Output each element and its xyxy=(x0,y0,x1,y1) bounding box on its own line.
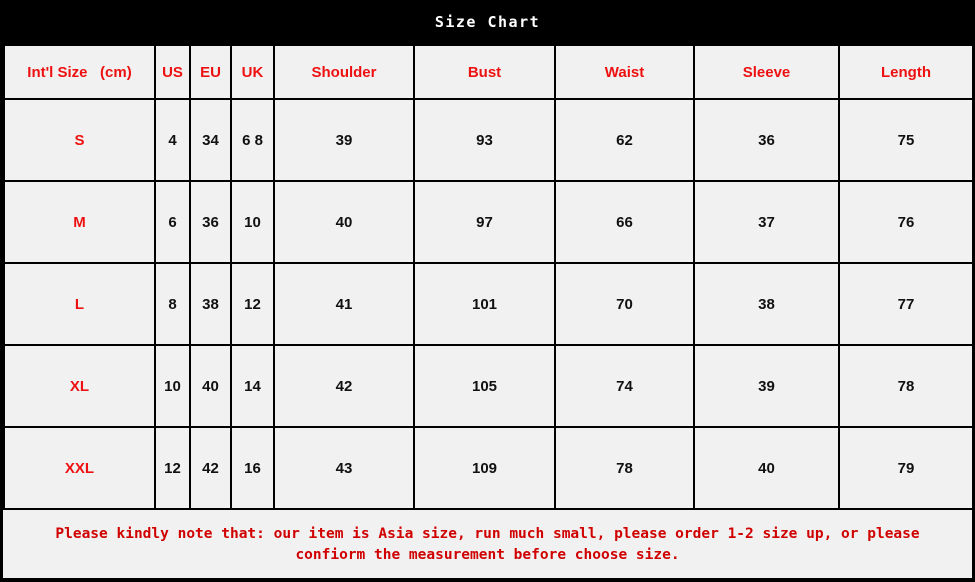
cell-sleeve: 36 xyxy=(693,98,840,182)
cell-shoulder: 40 xyxy=(273,180,415,264)
column-header-sleeve: Sleeve xyxy=(693,44,840,100)
size-table-wrapper: Int'l Size (cm) US EU UK Shoulder Bust W… xyxy=(0,44,975,510)
cell-eu: 42 xyxy=(189,426,232,510)
column-header-intl-size: Int'l Size (cm) xyxy=(3,44,156,100)
cell-us: 8 xyxy=(154,262,191,346)
footer-note: Please kindly note that: our item is Asi… xyxy=(3,510,972,579)
cell-bust: 93 xyxy=(413,98,556,182)
cell-us: 10 xyxy=(154,344,191,428)
cell-sleeve: 39 xyxy=(693,344,840,428)
cell-waist: 78 xyxy=(554,426,695,510)
cell-us: 12 xyxy=(154,426,191,510)
size-chart-image: Size Chart Int'l Size (cm) US EU UK Shou… xyxy=(0,0,975,582)
table-row: XL 10 40 14 42 105 74 39 78 xyxy=(3,344,974,428)
column-header-waist: Waist xyxy=(554,44,695,100)
page-title: Size Chart xyxy=(434,13,541,31)
cell-waist: 70 xyxy=(554,262,695,346)
column-header-uk: UK xyxy=(230,44,275,100)
cell-length: 78 xyxy=(838,344,974,428)
cell-eu: 34 xyxy=(189,98,232,182)
cell-uk: 10 xyxy=(230,180,275,264)
footer-note-line-2: confiorm the measurement before choose s… xyxy=(295,547,680,564)
column-header-eu: EU xyxy=(189,44,232,100)
table-row: S 4 34 6 8 39 93 62 36 75 xyxy=(3,98,974,182)
cell-sleeve: 37 xyxy=(693,180,840,264)
column-header-intl-size-label: Int'l Size (cm) xyxy=(27,63,132,81)
cell-waist: 74 xyxy=(554,344,695,428)
column-header-us: US xyxy=(154,44,191,100)
cell-uk: 14 xyxy=(230,344,275,428)
cell-sleeve: 40 xyxy=(693,426,840,510)
cell-eu: 36 xyxy=(189,180,232,264)
cell-us: 4 xyxy=(154,98,191,182)
table-row: L 8 38 12 41 101 70 38 77 xyxy=(3,262,974,346)
cell-waist: 62 xyxy=(554,98,695,182)
cell-bust: 105 xyxy=(413,344,556,428)
cell-size: XXL xyxy=(3,426,156,510)
footer-note-wrapper: Please kindly note that: our item is Asi… xyxy=(0,510,975,582)
cell-shoulder: 39 xyxy=(273,98,415,182)
cell-shoulder: 41 xyxy=(273,262,415,346)
cell-uk: 12 xyxy=(230,262,275,346)
cell-size: M xyxy=(3,180,156,264)
column-header-bust: Bust xyxy=(413,44,556,100)
cell-shoulder: 43 xyxy=(273,426,415,510)
column-header-length: Length xyxy=(838,44,974,100)
table-header-row: Int'l Size (cm) US EU UK Shoulder Bust W… xyxy=(3,44,974,100)
column-header-shoulder: Shoulder xyxy=(273,44,415,100)
table-row: XXL 12 42 16 43 109 78 40 79 xyxy=(3,426,974,510)
cell-length: 75 xyxy=(838,98,974,182)
cell-bust: 109 xyxy=(413,426,556,510)
cell-uk: 6 8 xyxy=(230,98,275,182)
title-bar: Size Chart xyxy=(0,0,975,44)
cell-waist: 66 xyxy=(554,180,695,264)
footer-note-line-1: Please kindly note that: our item is Asi… xyxy=(55,526,920,542)
table-row: M 6 36 10 40 97 66 37 76 xyxy=(3,180,974,264)
cell-size: S xyxy=(3,98,156,182)
cell-bust: 97 xyxy=(413,180,556,264)
size-table: Int'l Size (cm) US EU UK Shoulder Bust W… xyxy=(3,44,974,510)
cell-sleeve: 38 xyxy=(693,262,840,346)
cell-eu: 40 xyxy=(189,344,232,428)
cell-length: 79 xyxy=(838,426,974,510)
cell-eu: 38 xyxy=(189,262,232,346)
cell-us: 6 xyxy=(154,180,191,264)
cell-length: 76 xyxy=(838,180,974,264)
cell-length: 77 xyxy=(838,262,974,346)
cell-shoulder: 42 xyxy=(273,344,415,428)
cell-size: XL xyxy=(3,344,156,428)
cell-bust: 101 xyxy=(413,262,556,346)
cell-uk: 16 xyxy=(230,426,275,510)
cell-size: L xyxy=(3,262,156,346)
